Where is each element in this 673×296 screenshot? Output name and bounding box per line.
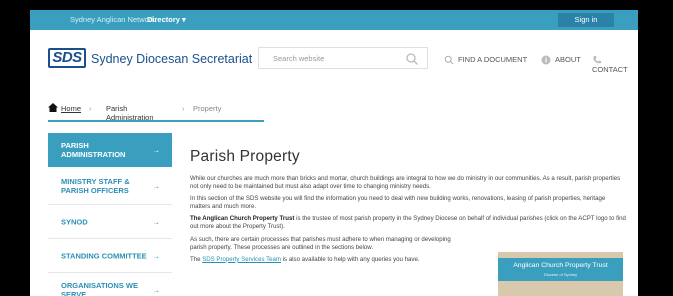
find-document-label: FIND A DOCUMENT bbox=[458, 55, 528, 64]
sidebar-item-organisations[interactable]: ORGANISATIONS WE SERVE → bbox=[48, 273, 172, 296]
sidebar-item-label: STANDING COMMITTEE bbox=[61, 251, 147, 260]
phone-icon bbox=[593, 56, 601, 64]
sidebar-item-label: ORGANISATIONS WE SERVE bbox=[61, 280, 138, 296]
sidebar-item-synod[interactable]: SYNOD → bbox=[48, 205, 172, 239]
page-title: Parish Property bbox=[190, 148, 300, 165]
property-team-suffix: is also available to help with any queri… bbox=[281, 255, 420, 263]
property-team-prefix: The bbox=[190, 255, 203, 263]
find-document-link[interactable]: FIND A DOCUMENT bbox=[444, 55, 527, 65]
search-input[interactable]: Search website bbox=[273, 54, 324, 63]
search-icon[interactable] bbox=[405, 52, 419, 66]
sidebar-item-label: SYNOD bbox=[61, 217, 88, 226]
search-icon bbox=[444, 55, 454, 65]
property-services-link[interactable]: SDS Property Services Team bbox=[202, 256, 281, 263]
search-box[interactable]: Search website bbox=[258, 47, 428, 69]
property-team-paragraph: The SDS Property Services Team is also a… bbox=[190, 256, 465, 264]
acpt-paragraph: The Anglican Church Property Trust is th… bbox=[190, 215, 626, 231]
processes-paragraph: As such, there are certain processes tha… bbox=[190, 235, 451, 251]
breadcrumb-separator: › bbox=[182, 104, 185, 113]
sidebar-nav: PARISH ADMINISTRATION → MINISTRY STAFF &… bbox=[48, 133, 172, 296]
site-header: SDS Sydney Diocesan Secretariat Search w… bbox=[30, 30, 638, 84]
about-label: ABOUT bbox=[555, 55, 581, 64]
breadcrumb-home[interactable]: Home bbox=[61, 104, 81, 113]
arrow-right-icon: → bbox=[152, 181, 161, 190]
home-icon[interactable] bbox=[48, 103, 58, 112]
network-label: Sydney Anglican Network: bbox=[70, 15, 158, 24]
sidebar-item-parish-administration[interactable]: PARISH ADMINISTRATION → bbox=[48, 133, 172, 167]
sidebar-item-label: PARISH ADMINISTRATION bbox=[61, 141, 126, 159]
arrow-right-icon: → bbox=[152, 285, 161, 294]
browser-viewport: Sydney Anglican Network: Directory ▾ Sig… bbox=[30, 10, 638, 296]
main-content: Parish Property While our churches are m… bbox=[190, 148, 626, 296]
contact-label: CONTACT bbox=[592, 65, 628, 75]
arrow-right-icon: → bbox=[152, 145, 161, 155]
info-icon bbox=[541, 55, 551, 65]
intro-paragraph: While our churches are much more than br… bbox=[190, 175, 621, 191]
network-bar: Sydney Anglican Network: Directory ▾ Sig… bbox=[30, 10, 638, 30]
breadcrumb-underline bbox=[48, 120, 264, 122]
directory-dropdown[interactable]: Directory ▾ bbox=[147, 15, 186, 24]
breadcrumb-current: Property bbox=[193, 104, 222, 113]
arrow-right-icon: → bbox=[152, 217, 161, 226]
sidebar-item-standing-committee[interactable]: STANDING COMMITTEE → bbox=[48, 239, 172, 273]
contact-link[interactable]: CONTACT bbox=[592, 55, 638, 74]
site-name[interactable]: Sydney Diocesan Secretariat bbox=[91, 52, 252, 66]
acpt-logo-banner[interactable]: Anglican Church Property Trust Diocese o… bbox=[498, 252, 623, 296]
acpt-banner-subtitle: Diocese of Sydney bbox=[543, 272, 578, 277]
sidebar-item-label: MINISTRY STAFF & PARISH OFFICERS bbox=[61, 176, 130, 195]
sign-in-button[interactable]: Sign in bbox=[558, 13, 614, 27]
breadcrumb-separator: › bbox=[89, 104, 92, 113]
about-link[interactable]: ABOUT bbox=[541, 55, 581, 65]
acpt-banner-title: Anglican Church Property Trust bbox=[513, 262, 608, 269]
arrow-right-icon: → bbox=[152, 251, 161, 260]
sds-logo[interactable]: SDS bbox=[48, 48, 86, 68]
section-paragraph: In this section of the SDS website you w… bbox=[190, 195, 606, 211]
acpt-name: The Anglican Church Property Trust bbox=[190, 215, 295, 223]
sidebar-item-ministry-staff[interactable]: MINISTRY STAFF & PARISH OFFICERS → bbox=[48, 167, 172, 205]
